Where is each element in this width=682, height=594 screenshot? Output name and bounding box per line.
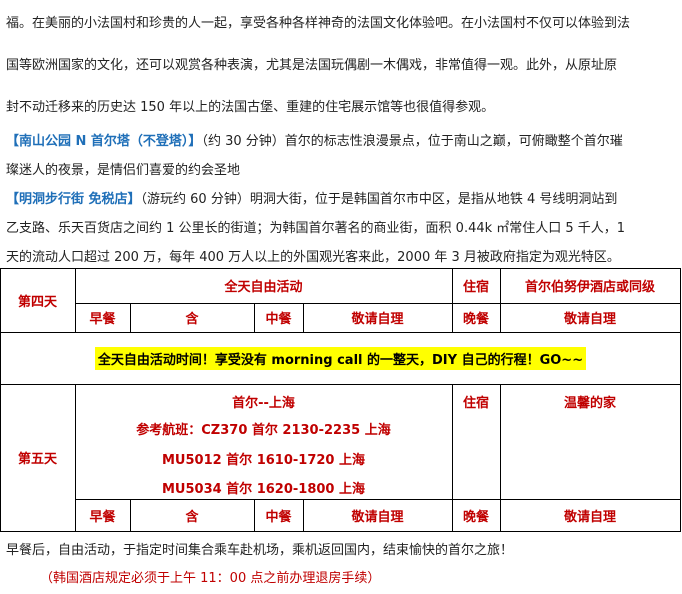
flight-info: MU5012 首尔 1610-1720 上海	[161, 453, 365, 468]
dinner-value: 敬请自理	[563, 312, 616, 327]
itinerary-table: 第四天 全天自由活动 住宿 首尔伯努伊酒店或同级 早餐 含 中餐 敬请自理 晚餐…	[0, 268, 681, 594]
myeongdong-desc-cont: 天的流动人口超过 200 万，每年 400 万人以上的外国观光客来此，2000 …	[6, 250, 620, 265]
day4-note-row: 全天自由活动时间！享受没有 morning call 的一整天，DIY 自己的行…	[0, 332, 681, 384]
myeongdong-desc-cont: 乙支路、乐天百货店之间约 1 公里长的街道；为韩国首尔著名的商业街，面积 0.4…	[6, 221, 626, 236]
namsan-title: 【南山公园 N 首尔塔（不登塔）】	[6, 134, 202, 149]
myeongdong-desc: （游玩约 60 分钟）明洞大街，位于是韩国首尔市中区，是指从地铁 4 号线明洞站…	[140, 192, 618, 207]
lunch-label: 中餐	[265, 509, 292, 525]
flight-info: 参考航班：CZ370 首尔 2130-2235 上海	[136, 423, 391, 438]
namsan-paragraph: 【南山公园 N 首尔塔（不登塔）】（约 30 分钟）首尔的标志性浪漫景点，位于南…	[6, 130, 623, 149]
day4-note: 全天自由活动时间！享受没有 morning call 的一整天，DIY 自己的行…	[94, 346, 587, 370]
breakfast-value: 含	[185, 312, 199, 327]
day-activity: 全天自由活动	[224, 280, 303, 295]
breakfast-value: 含	[185, 509, 199, 525]
breakfast-label: 早餐	[89, 509, 116, 525]
hotel-name: 温馨的家	[563, 396, 616, 411]
lunch-label: 中餐	[265, 312, 292, 327]
myeongdong-paragraph: 【明洞步行街 免税店】（游玩约 60 分钟）明洞大街，位于是韩国首尔市中区，是指…	[6, 188, 617, 207]
breakfast-label: 早餐	[89, 312, 116, 327]
checkout-note: （韩国酒店规定必须于上午 11：00 点之前办理退房手续）	[40, 571, 381, 586]
dinner-label: 晚餐	[462, 312, 489, 327]
day-label: 第四天	[17, 294, 57, 310]
flight-info: MU5034 首尔 1620-1800 上海	[161, 482, 365, 497]
hotel-name: 首尔伯努伊酒店或同级	[524, 280, 655, 295]
dinner-label: 晚餐	[462, 509, 489, 525]
intro-line: 福。在美丽的小法国村和珍贵的人一起，享受各种各样神奇的法国文化体验吧。在小法国村…	[6, 16, 631, 31]
myeongdong-title: 【明洞步行街 免税店】	[6, 192, 141, 207]
day-label: 第五天	[17, 452, 57, 467]
stay-label: 住宿	[462, 396, 489, 411]
stay-label: 住宿	[462, 280, 489, 295]
intro-line: 国等欧洲国家的文化，还可以观赏各种表演，尤其是法国玩偶剧一木偶戏，非常值得一观。…	[6, 58, 618, 73]
lunch-value: 敬请自理	[351, 509, 404, 525]
lunch-value: 敬请自理	[351, 312, 404, 327]
dinner-value: 敬请自理	[563, 509, 616, 525]
day-route: 首尔--上海	[232, 396, 295, 411]
namsan-desc-cont: 璨迷人的夜景，是情侣们喜爱的约会圣地	[6, 163, 241, 178]
namsan-desc: （约 30 分钟）首尔的标志性浪漫景点，位于南山之巅，可俯瞰整个首尔璀	[201, 134, 623, 149]
day5-description: 早餐后，自由活动，于指定时间集合乘车赴机场，乘机返回国内，结束愉快的首尔之旅！	[6, 543, 514, 558]
intro-line: 封不动迁移来的历史达 150 年以上的法国古堡、重建的住宅展示馆等也很值得参观。	[6, 100, 495, 115]
